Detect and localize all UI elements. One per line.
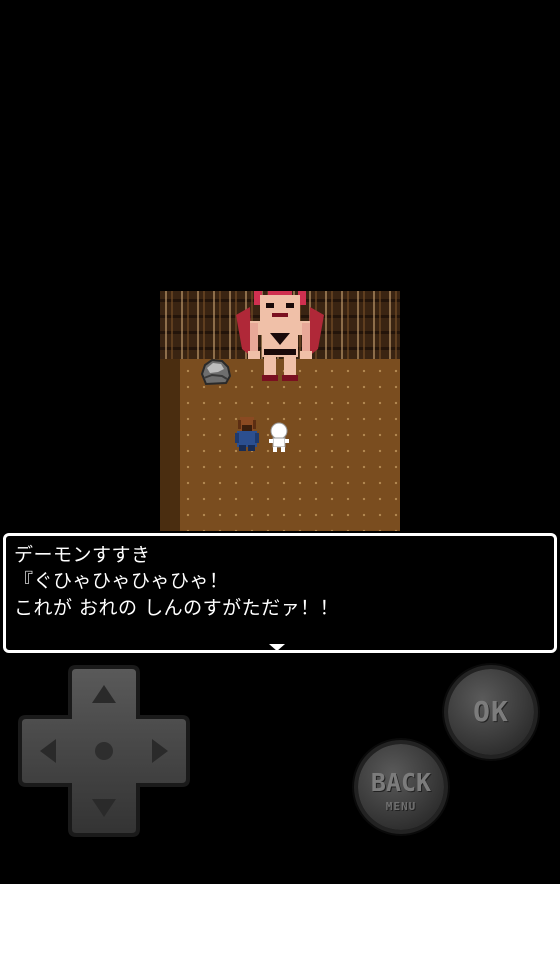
dialog-speaker-name: デーモンすすき [14,544,151,566]
dialog-text-line-1: 『ぐひゃひゃひゃひゃ！ [14,570,229,592]
boulder-sprite [200,358,232,386]
dungeon-map [160,291,400,531]
game-screen[interactable]: デーモンすすき 『ぐひゃひゃひゃひゃ！ これが おれの しんのすがただァ！！ O… [0,0,560,884]
dialog-box[interactable]: デーモンすすき 『ぐひゃひゃひゃひゃ！ これが おれの しんのすがただァ！！ [3,533,557,653]
dialog-continue-arrow-icon [269,644,285,651]
dialog-text-line-2: これが おれの しんのすがただァ！！ [14,597,340,619]
bottom-blank-area [0,884,560,960]
menu-sublabel: MENU [385,800,417,813]
floor-shadow [160,359,180,531]
demon-susuki-sprite [236,291,324,381]
dpad-center [95,742,113,760]
back-button-label: BACK [370,768,432,797]
ghost-companion-sprite [269,422,289,452]
hero-sprite [235,417,259,451]
ok-button-label: OK [473,695,509,728]
ok-button[interactable]: OK [448,669,534,755]
dpad[interactable] [16,663,192,839]
back-menu-button[interactable]: BACK MENU [358,744,444,830]
